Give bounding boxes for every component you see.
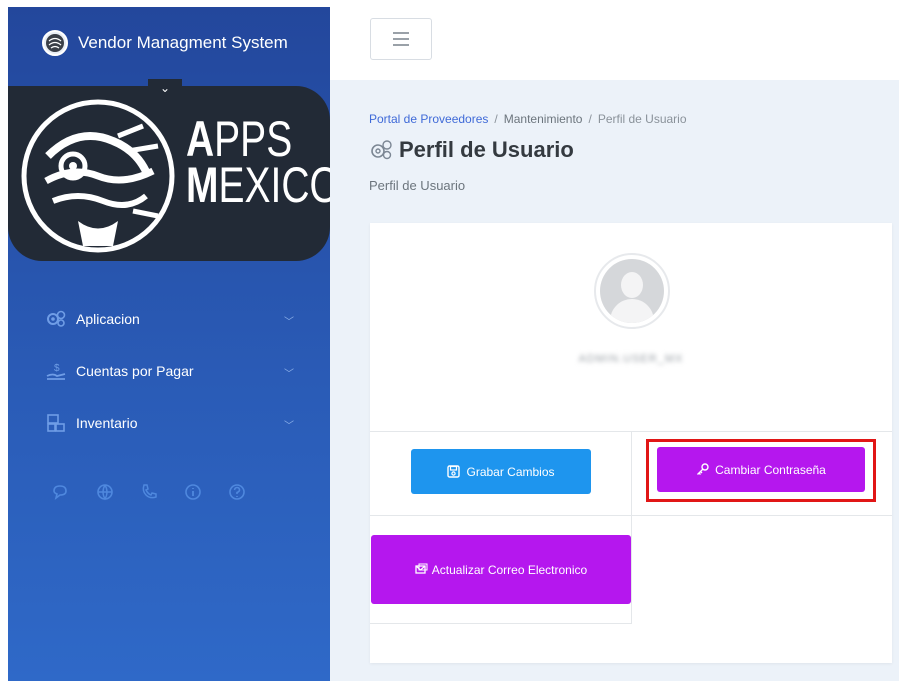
- divider: [631, 516, 632, 624]
- gears-icon: [371, 140, 392, 160]
- breadcrumb-current: Perfil de Usuario: [597, 112, 687, 126]
- sidebar-item-inventario[interactable]: Inventario ﹀: [8, 397, 330, 449]
- hamburger-line: [393, 44, 409, 46]
- avatar: [594, 253, 670, 329]
- save-changes-button[interactable]: Grabar Cambios: [411, 449, 591, 494]
- svg-text:$: $: [54, 363, 60, 374]
- money-hand-icon: $: [44, 360, 68, 382]
- top-bar: [330, 0, 899, 80]
- utility-icons: [50, 481, 248, 503]
- sidebar: Vendor Managment System APPS MEXICO ⌄ Ap…: [8, 7, 330, 681]
- avatar-head: [621, 272, 643, 298]
- user-silhouette-icon: [600, 259, 664, 323]
- phone-icon[interactable]: [138, 481, 160, 503]
- hamburger-icon: [393, 32, 409, 34]
- aztec-emblem-icon: [21, 99, 175, 253]
- divider: [370, 623, 632, 624]
- company-wordmark: APPS MEXICO: [186, 114, 330, 210]
- chat-icon[interactable]: [50, 481, 72, 503]
- chevron-down-icon: ﹀: [284, 369, 294, 380]
- sidebar-item-label: Aplicacion: [76, 311, 140, 327]
- save-icon: [447, 465, 461, 478]
- app-title: Vendor Managment System: [78, 33, 288, 52]
- sidebar-item-aplicacion[interactable]: Aplicacion ﹀: [8, 293, 330, 345]
- info-icon[interactable]: [182, 481, 204, 503]
- breadcrumb-root-link[interactable]: Portal de Proveedores: [369, 112, 488, 126]
- page-header: Perfil de Usuario: [369, 137, 574, 163]
- profile-card: ADMIN.USER_MX Grabar Cambios Cambiar Con…: [370, 223, 892, 663]
- divider: [631, 431, 632, 515]
- username-label: ADMIN.USER_MX: [578, 353, 684, 365]
- update-email-text: Actualizar Correo Electronico: [431, 562, 588, 577]
- email-icon: [415, 563, 428, 574]
- breadcrumb-separator: /: [588, 112, 592, 126]
- highlight-box: [646, 439, 876, 502]
- avatar-body: [610, 299, 654, 323]
- breadcrumb-separator: /: [494, 112, 498, 126]
- logo-text-exico: EXICO: [218, 157, 330, 213]
- sidebar-menu: Aplicacion ﹀ $ Cuentas por Pagar ﹀ Inven…: [8, 293, 330, 449]
- globe-icon[interactable]: [94, 481, 116, 503]
- gears-icon: [44, 308, 68, 330]
- company-logo: APPS MEXICO: [8, 86, 330, 261]
- breadcrumb-section: Mantenimiento: [503, 112, 583, 126]
- page-subtitle: Perfil de Usuario: [369, 178, 466, 193]
- save-changes-label: Grabar Cambios: [466, 464, 555, 479]
- menu-toggle-button[interactable]: [370, 18, 432, 60]
- chevron-down-icon: ﹀: [284, 317, 294, 328]
- page-title: Perfil de Usuario: [399, 137, 574, 162]
- update-email-label: Actualizar Correo Electronico: [415, 561, 587, 579]
- logo-letter-m: M: [186, 157, 219, 213]
- update-email-button[interactable]: Actualizar Correo Electronico: [371, 535, 631, 604]
- sidebar-item-label: Inventario: [76, 415, 138, 431]
- boxes-icon: [44, 412, 68, 434]
- breadcrumb: Portal de Proveedores / Mantenimiento / Perf…: [369, 112, 687, 126]
- hamburger-line: [393, 38, 409, 40]
- collapse-logo-button[interactable]: ⌄: [148, 79, 182, 101]
- brand-bar: Vendor Managment System: [8, 7, 330, 79]
- chevron-down-icon: ﹀: [284, 421, 294, 432]
- main-content: Portal de Proveedores / Mantenimiento / Perf…: [330, 80, 899, 681]
- help-icon[interactable]: [226, 481, 248, 503]
- brand-logo-icon: [42, 30, 68, 56]
- sidebar-item-label: Cuentas por Pagar: [76, 363, 194, 379]
- sidebar-item-cuentas-por-pagar[interactable]: $ Cuentas por Pagar ﹀: [8, 345, 330, 397]
